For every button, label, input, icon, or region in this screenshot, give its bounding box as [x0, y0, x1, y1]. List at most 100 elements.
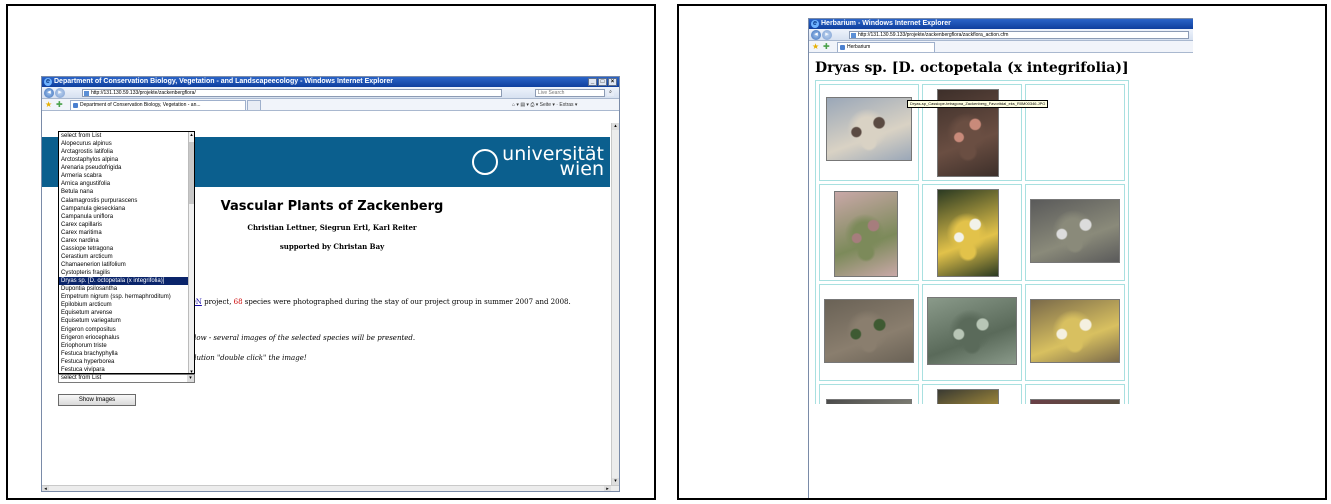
cushion-flowers-gray-photo-icon[interactable] — [826, 399, 912, 404]
species-option[interactable]: Arenaria pseudofrigida — [59, 164, 188, 172]
left-address-bar: ◂ ▸ http://131.130.59.133/projekte/zacke… — [42, 87, 619, 99]
species-option[interactable]: Betula nana — [59, 188, 188, 196]
species-option[interactable]: Arnica angustifolia — [59, 180, 188, 188]
photo-cell[interactable] — [922, 184, 1022, 281]
photo-cell[interactable] — [1025, 384, 1125, 404]
forward-button[interactable]: ▸ — [822, 30, 832, 40]
minimize-button[interactable]: _ — [588, 78, 597, 86]
species-option[interactable]: Festuca brachyphylla — [59, 350, 188, 358]
species-option[interactable]: Equisetum variegatum — [59, 317, 188, 325]
left-browser-tab[interactable]: Department of Conservation Biology, Vege… — [70, 100, 246, 110]
dropdown-scroll-thumb[interactable] — [189, 142, 194, 204]
show-images-button[interactable]: Show Images — [58, 394, 136, 406]
flowers-cluster-photo-icon[interactable] — [1030, 299, 1120, 363]
species-option[interactable]: Alopecurus alpinus — [59, 140, 188, 148]
seedhead-photo-icon[interactable] — [834, 191, 898, 277]
photo-cell[interactable] — [922, 84, 1022, 181]
photo-cell[interactable] — [819, 84, 919, 181]
species-option[interactable]: Arctagrostis latifolia — [59, 148, 188, 156]
back-button[interactable]: ◂ — [44, 88, 54, 98]
reddish-foliage-photo-icon[interactable] — [1030, 399, 1120, 404]
page-icon — [851, 33, 856, 38]
species-select[interactable]: select from List ▾ — [58, 374, 195, 383]
left-title-bar: e Department of Conservation Biology, Ve… — [42, 77, 619, 87]
species-option[interactable]: Chamaenerion latifolium — [59, 261, 188, 269]
species-option[interactable]: Carex maritima — [59, 229, 188, 237]
white-flower-closeup-photo-icon[interactable] — [937, 389, 999, 404]
university-logo: universität wien — [472, 145, 604, 179]
species-dropdown-list[interactable]: select from List Alopecurus alpinus Arctag… — [58, 131, 195, 374]
photo-cell[interactable] — [1025, 284, 1125, 381]
species-option[interactable]: Arctostaphylos alpina — [59, 156, 188, 164]
search-input[interactable]: Live Search — [535, 89, 605, 97]
authors-line: Christian Lettner, Siegrun Ertl, Karl Re… — [247, 223, 417, 232]
close-button[interactable]: × — [608, 78, 617, 86]
left-vertical-scrollbar[interactable]: ▴ ▾ — [611, 123, 619, 485]
favorites-star-icon[interactable]: ★ — [45, 100, 52, 110]
species-option[interactable]: Carex nardina — [59, 237, 188, 245]
forward-button[interactable]: ▸ — [55, 88, 65, 98]
add-favorites-icon[interactable]: ✚ — [56, 100, 63, 110]
scroll-down-icon[interactable]: ▾ — [612, 478, 619, 485]
right-address-bar: ◂ ▸ http://131.130.59.133/projekte/zacke… — [809, 29, 1193, 41]
add-favorites-icon[interactable]: ✚ — [823, 42, 830, 52]
species-option[interactable]: Cassiope tetragona — [59, 245, 188, 253]
photo-cell[interactable] — [1025, 184, 1125, 281]
white-flower-photo-icon[interactable] — [937, 189, 999, 277]
species-option[interactable]: Cystopteris fragilis — [59, 269, 188, 277]
left-screenshot-panel: e Department of Conservation Biology, Ve… — [6, 4, 656, 500]
maximize-button[interactable]: □ — [598, 78, 607, 86]
species-option[interactable]: Erigeron compositus — [59, 326, 188, 334]
species-option[interactable]: Festuca vivipara — [59, 366, 188, 373]
scroll-left-icon[interactable]: ◂ — [42, 486, 49, 491]
species-option[interactable]: Cerastium arcticum — [59, 253, 188, 261]
succulent-leaves-photo-icon[interactable] — [927, 297, 1017, 365]
image-filename-tooltip: Dryas-sp_Cassiope-tetragona_Zackenberg_F… — [907, 100, 1049, 108]
supported-by-line: supported by Christan Bay — [279, 242, 385, 251]
photo-grid — [815, 80, 1129, 404]
tools-menu[interactable]: Seite ▾ · Extras ▾ — [540, 102, 578, 108]
leaves-photo-icon[interactable] — [824, 299, 914, 363]
photo-cell[interactable] — [819, 184, 919, 281]
favorites-star-icon[interactable]: ★ — [812, 42, 819, 52]
right-url-field[interactable]: http://131.130.59.133/projekte/zackenber… — [849, 31, 1189, 39]
back-button[interactable]: ◂ — [811, 30, 821, 40]
species-option[interactable]: Dryas sp. [D. octopetala (x integrifolia… — [59, 277, 188, 286]
species-option[interactable]: Equisetum arvense — [59, 309, 188, 317]
home-icon[interactable]: ⌂ ▾ — [512, 102, 519, 108]
photo-cell[interactable] — [922, 284, 1022, 381]
species-option[interactable]: Campanula gieseckiana — [59, 205, 188, 213]
scroll-up-icon[interactable]: ▴ — [189, 132, 194, 138]
species-option[interactable]: Dupontia psilosantha — [59, 285, 188, 293]
chevron-down-icon[interactable]: ▾ — [187, 375, 194, 382]
right-browser-tab[interactable]: Herbarium — [837, 42, 935, 52]
species-option[interactable]: Empetrum nigrum (ssp. hermaphroditum) — [59, 293, 188, 301]
right-browser-window: e Herbarium - Windows Internet Explorer … — [808, 18, 1193, 498]
species-option[interactable]: Eriophorum triste — [59, 342, 188, 350]
species-option[interactable]: Calamagrostis purpurascens — [59, 197, 188, 205]
species-option[interactable]: Festuca hyperborea — [59, 358, 188, 366]
cushion-flowers-photo-icon[interactable] — [1030, 199, 1120, 263]
new-tab-button[interactable] — [247, 100, 261, 110]
photo-cell[interactable] — [819, 284, 919, 381]
species-option[interactable]: Epilobium arcticum — [59, 301, 188, 309]
command-bar[interactable]: ⌂ ▾ ▤ ▾ ⎙ ▾ Seite ▾ · Extras ▾ — [512, 100, 577, 110]
feeds-icon[interactable]: ▤ ▾ — [520, 102, 529, 108]
species-option[interactable]: Carex capillaris — [59, 221, 188, 229]
scroll-right-icon[interactable]: ▸ — [604, 486, 611, 491]
photo-cell[interactable] — [922, 384, 1022, 404]
search-icon[interactable]: ⌕ — [607, 89, 614, 96]
left-tab-bar: ★ ✚ Department of Conservation Biology, … — [42, 99, 619, 111]
photo-cell[interactable] — [819, 384, 919, 404]
right-screenshot-panel: e Herbarium - Windows Internet Explorer … — [677, 4, 1327, 500]
landscape-photo-icon[interactable] — [826, 97, 912, 161]
left-horizontal-scrollbar[interactable]: ◂ ▸ — [42, 485, 619, 491]
left-url-field[interactable]: http://131.130.59.133/projekte/zackenber… — [82, 89, 502, 97]
species-option[interactable]: select from List — [59, 132, 188, 140]
dropdown-scrollbar[interactable]: ▴ ▾ — [188, 132, 194, 373]
species-option[interactable]: Erigeron eriocephalus — [59, 334, 188, 342]
scroll-up-icon[interactable]: ▴ — [612, 123, 619, 130]
species-option[interactable]: Armeria scabra — [59, 172, 188, 180]
species-option[interactable]: Campanula uniflora — [59, 213, 188, 221]
print-icon[interactable]: ⎙ ▾ — [530, 102, 538, 108]
